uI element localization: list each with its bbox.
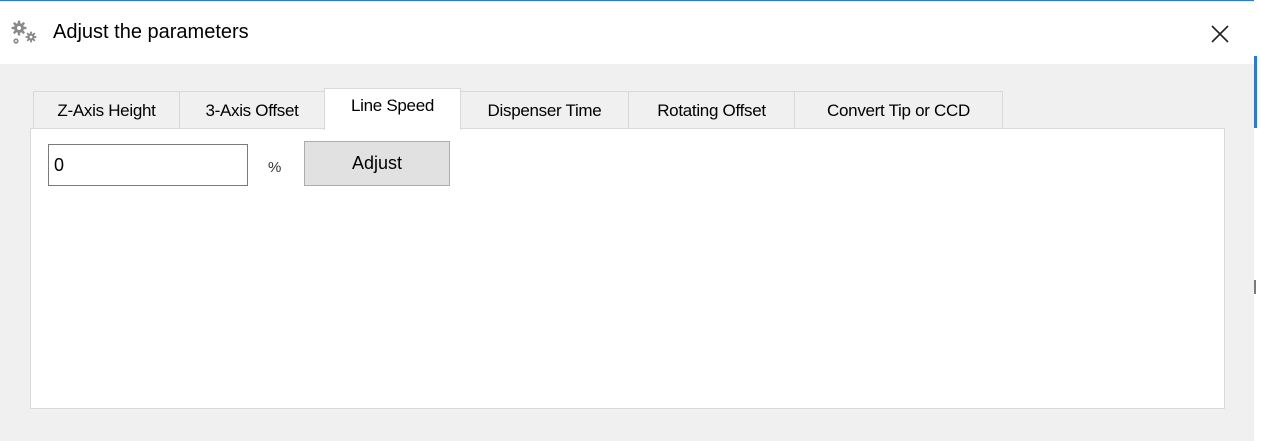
tab-label: 3-Axis Offset xyxy=(205,100,299,120)
tab-label: Dispenser Time xyxy=(487,100,602,120)
adjust-button[interactable]: Adjust xyxy=(304,141,450,186)
close-icon xyxy=(1200,25,1240,56)
tab-strip: Z-Axis Height 3-Axis Offset Line Speed D… xyxy=(33,88,1003,130)
close-button[interactable] xyxy=(1200,16,1240,52)
tab-label: Rotating Offset xyxy=(657,100,766,120)
tab-rotating-offset[interactable]: Rotating Offset xyxy=(628,91,795,129)
line-speed-input[interactable] xyxy=(48,144,248,186)
percent-unit-label: % xyxy=(268,159,282,176)
gears-icon xyxy=(10,20,42,46)
title-bar: Adjust the parameters xyxy=(0,2,1254,64)
tab-label: Line Speed xyxy=(350,96,435,115)
adjust-parameters-dialog: Adjust the parameters Z-Axis Height 3-Ax… xyxy=(0,0,1254,441)
background-window-edge xyxy=(1254,0,1261,441)
line-speed-panel: % Adjust xyxy=(30,128,1225,409)
tab-dispenser-time[interactable]: Dispenser Time xyxy=(460,91,629,129)
tab-label: Z-Axis Height xyxy=(57,100,156,120)
tab-convert-tip-or-ccd[interactable]: Convert Tip or CCD xyxy=(794,91,1003,129)
window-title: Adjust the parameters xyxy=(53,21,249,43)
tab-label: Convert Tip or CCD xyxy=(827,100,970,120)
background-tick xyxy=(1254,280,1256,294)
background-accent xyxy=(1254,56,1257,128)
tab-3-axis-offset[interactable]: 3-Axis Offset xyxy=(179,91,325,129)
tab-z-axis-height[interactable]: Z-Axis Height xyxy=(33,91,180,129)
tab-line-speed[interactable]: Line Speed xyxy=(324,88,461,130)
